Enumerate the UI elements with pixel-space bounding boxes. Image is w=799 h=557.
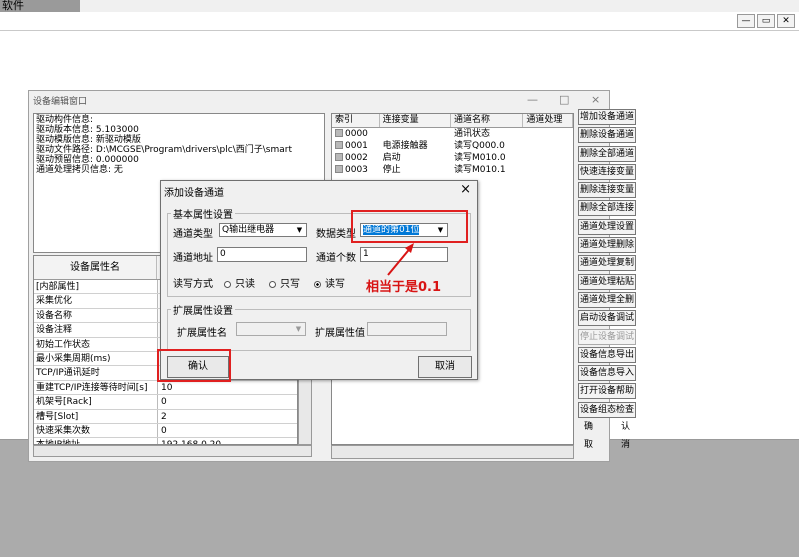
annotation-note: 相当于是0.1 xyxy=(366,280,442,295)
